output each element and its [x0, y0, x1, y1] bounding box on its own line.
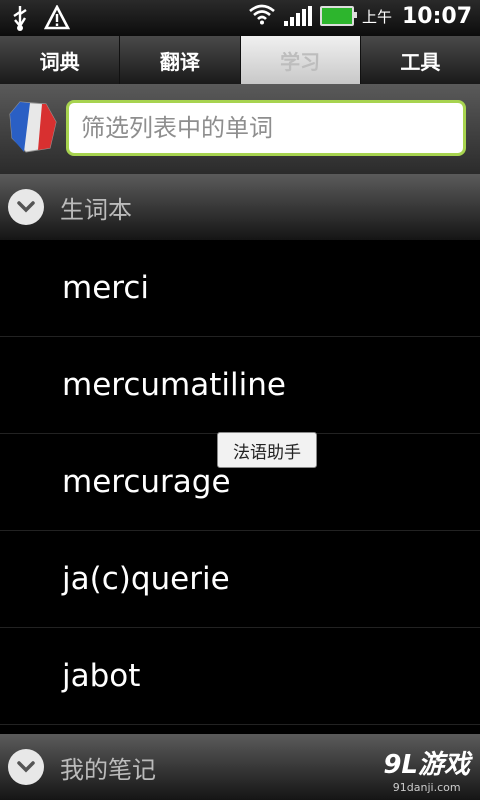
- word-label: merci: [62, 270, 149, 306]
- tooltip: 法语助手: [217, 432, 317, 468]
- group-header-vocab[interactable]: 生词本: [0, 174, 480, 240]
- warning-icon: [43, 4, 71, 35]
- tab-study[interactable]: 学习: [240, 36, 361, 84]
- watermark-main: 9L游戏: [383, 750, 470, 780]
- app-logo-icon: [6, 98, 60, 156]
- status-bar: 上午 10:07: [0, 0, 480, 36]
- word-label: jabot: [62, 658, 141, 694]
- chevron-down-icon: [8, 749, 44, 785]
- watermark-sub: 91danji.com: [392, 781, 461, 794]
- chevron-down-icon: [8, 189, 44, 225]
- group-label: 生词本: [60, 195, 132, 224]
- usb-icon: [10, 4, 30, 36]
- wifi-icon: [248, 3, 276, 29]
- group-label: 我的笔记: [60, 755, 156, 784]
- tab-translate[interactable]: 翻译: [120, 36, 241, 84]
- clock-ampm: 上午: [361, 7, 392, 26]
- watermark: 9L游戏 91danji.com: [383, 744, 470, 794]
- clock-time: 10:07: [401, 3, 472, 29]
- tab-dictionary[interactable]: 词典: [0, 36, 121, 84]
- list-item[interactable]: mercumatiline: [0, 337, 480, 434]
- tab-tools[interactable]: 工具: [361, 36, 480, 84]
- word-label: mercurage: [62, 464, 231, 500]
- tab-bar: 词典 翻译 学习 工具: [0, 36, 480, 85]
- word-label: mercumatiline: [62, 367, 286, 403]
- battery-icon: [319, 6, 357, 26]
- list-item[interactable]: merci: [0, 240, 480, 337]
- signal-icon: [283, 6, 312, 26]
- search-bar: [0, 84, 480, 174]
- list-item[interactable]: jabot: [0, 628, 480, 725]
- list-item[interactable]: ja(c)querie: [0, 531, 480, 628]
- word-label: ja(c)querie: [62, 561, 230, 597]
- search-input[interactable]: [66, 100, 466, 156]
